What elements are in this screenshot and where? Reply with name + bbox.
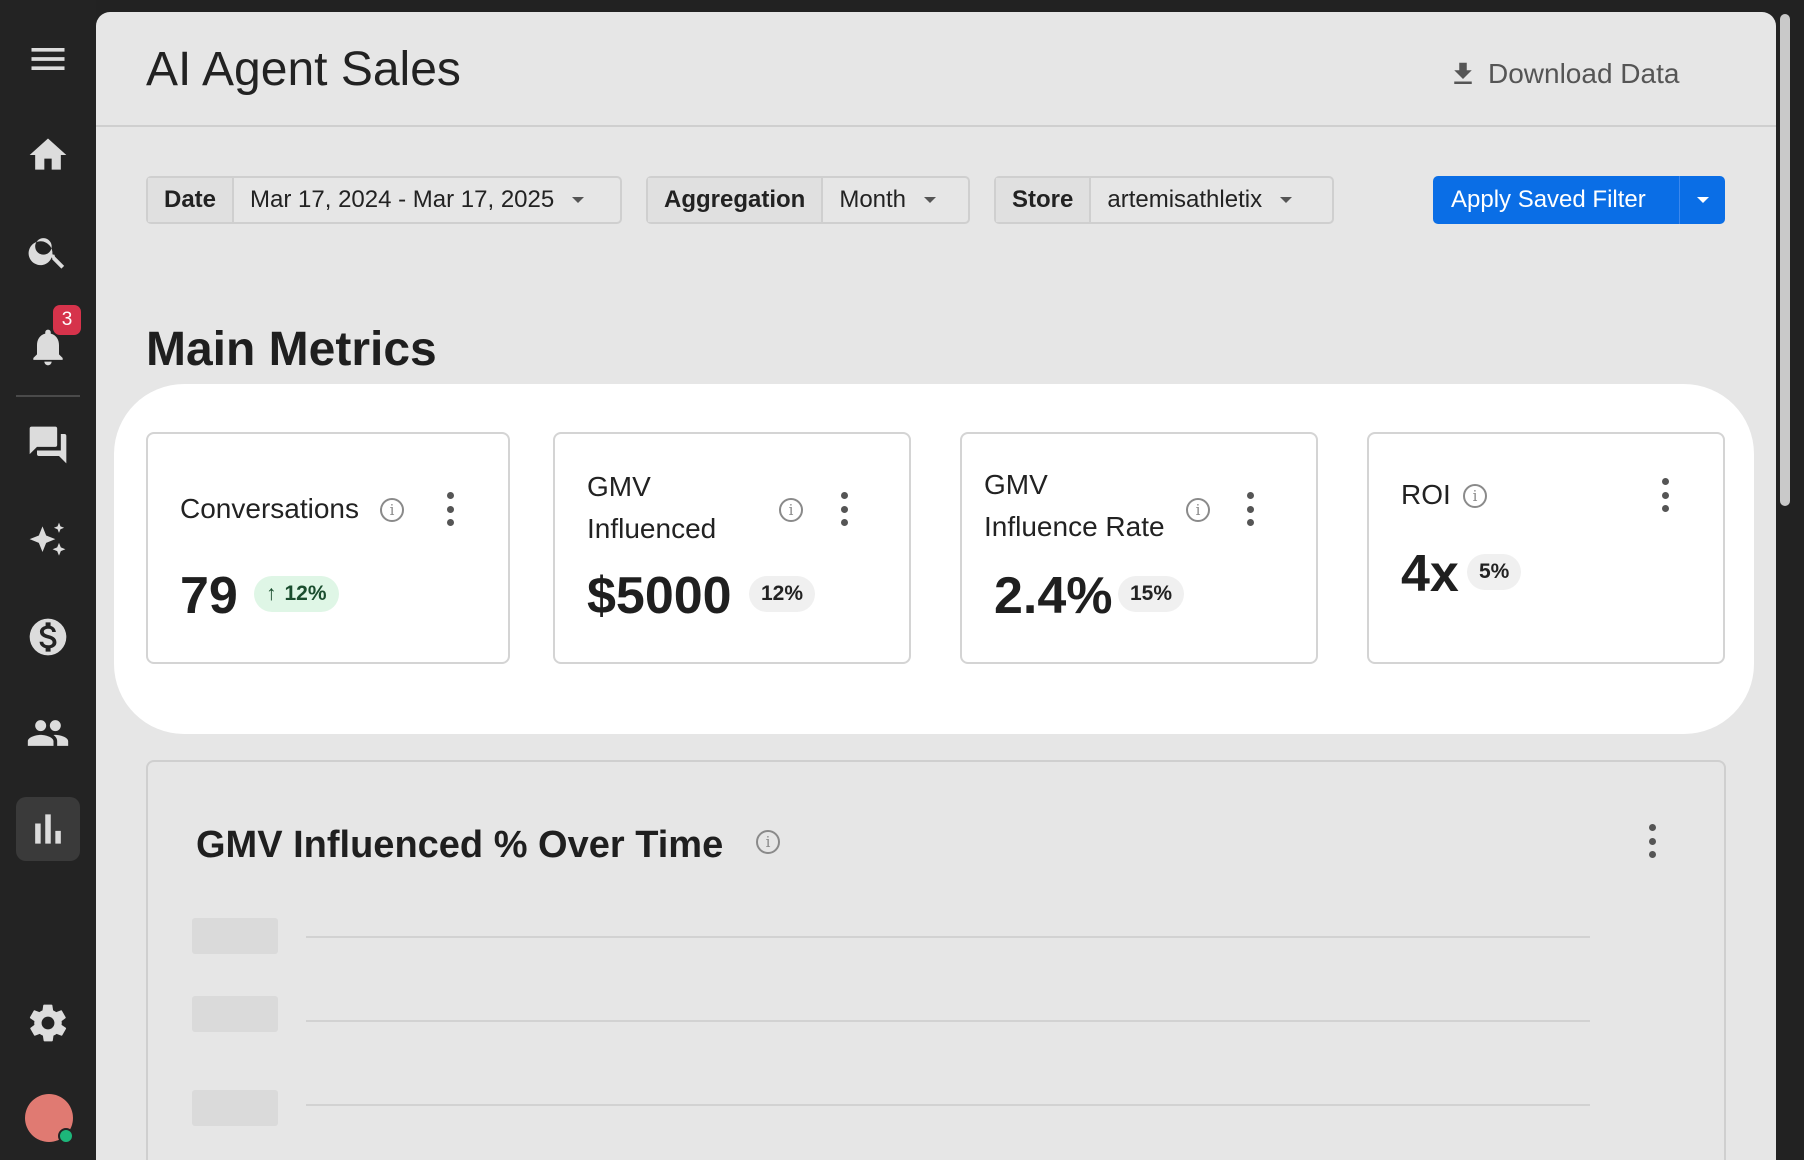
skeleton-line xyxy=(306,1020,1590,1022)
metric-value: $5000 xyxy=(587,567,732,625)
chart-title: GMV Influenced % Over Time xyxy=(196,824,724,866)
store-filter-value-wrap: artemisathletix xyxy=(1091,178,1308,222)
dollar-icon[interactable] xyxy=(16,605,80,669)
date-filter-value: Mar 17, 2024 - Mar 17, 2025 xyxy=(250,186,555,213)
info-icon[interactable]: i xyxy=(1463,484,1487,508)
chevron-down-icon xyxy=(1280,197,1293,203)
date-filter-label: Date xyxy=(148,178,235,222)
metric-title-line1: GMV xyxy=(984,469,1048,500)
skeleton-placeholder xyxy=(192,996,278,1032)
metric-value: 79 xyxy=(180,567,238,625)
apply-saved-filter-dropdown[interactable] xyxy=(1679,176,1725,224)
gear-icon[interactable] xyxy=(16,991,80,1055)
aggregation-filter-label: Aggregation xyxy=(648,178,824,222)
info-icon[interactable]: i xyxy=(756,830,780,854)
metric-delta: ↑ 12% xyxy=(254,576,339,612)
store-filter-label: Store xyxy=(996,178,1092,222)
more-options-icon[interactable] xyxy=(1244,492,1256,526)
chart-card: GMV Influenced % Over Time i xyxy=(146,760,1726,1160)
download-icon xyxy=(1454,62,1472,84)
sparkle-icon[interactable] xyxy=(16,509,80,573)
metric-delta: 15% xyxy=(1118,576,1185,612)
metric-delta-value: 15% xyxy=(1130,582,1173,605)
info-icon[interactable]: i xyxy=(779,498,803,522)
metric-title: GMV Influence Rate xyxy=(984,464,1165,548)
info-icon[interactable]: i xyxy=(1186,498,1210,522)
metric-card-gmv-influence-rate: GMV Influence Rate i 2.4% 15% xyxy=(960,432,1318,664)
metric-delta: 5% xyxy=(1467,554,1522,590)
metric-card-roi: ROI i 4x 5% xyxy=(1367,432,1725,664)
home-icon[interactable] xyxy=(16,123,80,187)
search-icon[interactable] xyxy=(16,219,80,283)
metric-card-conversations: Conversations i 79 ↑ 12% xyxy=(146,432,510,664)
aggregation-filter[interactable]: Aggregation Month xyxy=(646,176,970,224)
metric-delta-value: 12% xyxy=(761,582,804,605)
more-options-icon[interactable] xyxy=(444,492,456,526)
aggregation-filter-value: Month xyxy=(839,186,907,213)
download-data-button[interactable]: Download Data xyxy=(1448,50,1679,98)
metric-title: ROI xyxy=(1401,479,1451,510)
page-header: AI Agent Sales Download Data xyxy=(96,12,1776,127)
section-title: Main Metrics xyxy=(146,323,437,376)
metric-title-line2: Influence Rate xyxy=(984,511,1165,542)
metric-delta: 12% xyxy=(749,576,816,612)
arrow-up-icon: ↑ xyxy=(266,582,277,605)
notification-badge: 3 xyxy=(53,305,81,335)
metric-delta-value: 5% xyxy=(1479,560,1510,583)
metric-value: 4x xyxy=(1401,545,1459,603)
chevron-down-icon xyxy=(924,197,937,203)
more-options-icon[interactable] xyxy=(838,492,850,526)
metric-title-line2: Influenced xyxy=(587,513,717,544)
online-status-dot xyxy=(58,1128,74,1144)
people-icon[interactable] xyxy=(16,701,80,765)
bar-chart-icon[interactable] xyxy=(16,797,80,861)
date-filter-value-wrap: Mar 17, 2024 - Mar 17, 2025 xyxy=(234,178,600,222)
metric-card-gmv-influenced: GMV Influenced i $5000 12% xyxy=(553,432,911,664)
apply-saved-filter-main[interactable]: Apply Saved Filter xyxy=(1433,176,1679,224)
metric-value: 2.4% xyxy=(994,567,1113,625)
scrollbar[interactable] xyxy=(1780,14,1790,506)
chat-icon[interactable] xyxy=(16,413,80,477)
date-filter[interactable]: Date Mar 17, 2024 - Mar 17, 2025 xyxy=(146,176,622,224)
skeleton-line xyxy=(306,1104,1590,1106)
skeleton-placeholder xyxy=(192,918,278,954)
metric-title: Conversations xyxy=(180,493,359,524)
main-panel: AI Agent Sales Download Data Date Mar 17… xyxy=(96,12,1776,1160)
metric-title-line1: GMV xyxy=(587,471,651,502)
more-options-icon[interactable] xyxy=(1646,824,1658,858)
sidebar-divider xyxy=(16,395,80,397)
skeleton-line xyxy=(306,936,1590,938)
more-options-icon[interactable] xyxy=(1659,478,1671,512)
skeleton-placeholder xyxy=(192,1090,278,1126)
metric-title: GMV Influenced xyxy=(587,466,716,550)
chevron-down-icon xyxy=(1696,197,1709,203)
apply-saved-filter-button: Apply Saved Filter xyxy=(1433,176,1725,224)
store-filter-value: artemisathletix xyxy=(1107,186,1263,213)
metric-delta-value: 12% xyxy=(284,582,327,605)
menu-icon[interactable] xyxy=(16,27,80,91)
sidebar: 3 xyxy=(0,0,96,1160)
chevron-down-icon xyxy=(572,197,585,203)
info-icon[interactable]: i xyxy=(380,498,404,522)
aggregation-filter-value-wrap: Month xyxy=(823,178,952,222)
download-label: Download Data xyxy=(1488,58,1680,89)
page-title: AI Agent Sales xyxy=(146,43,461,96)
store-filter[interactable]: Store artemisathletix xyxy=(994,176,1334,224)
